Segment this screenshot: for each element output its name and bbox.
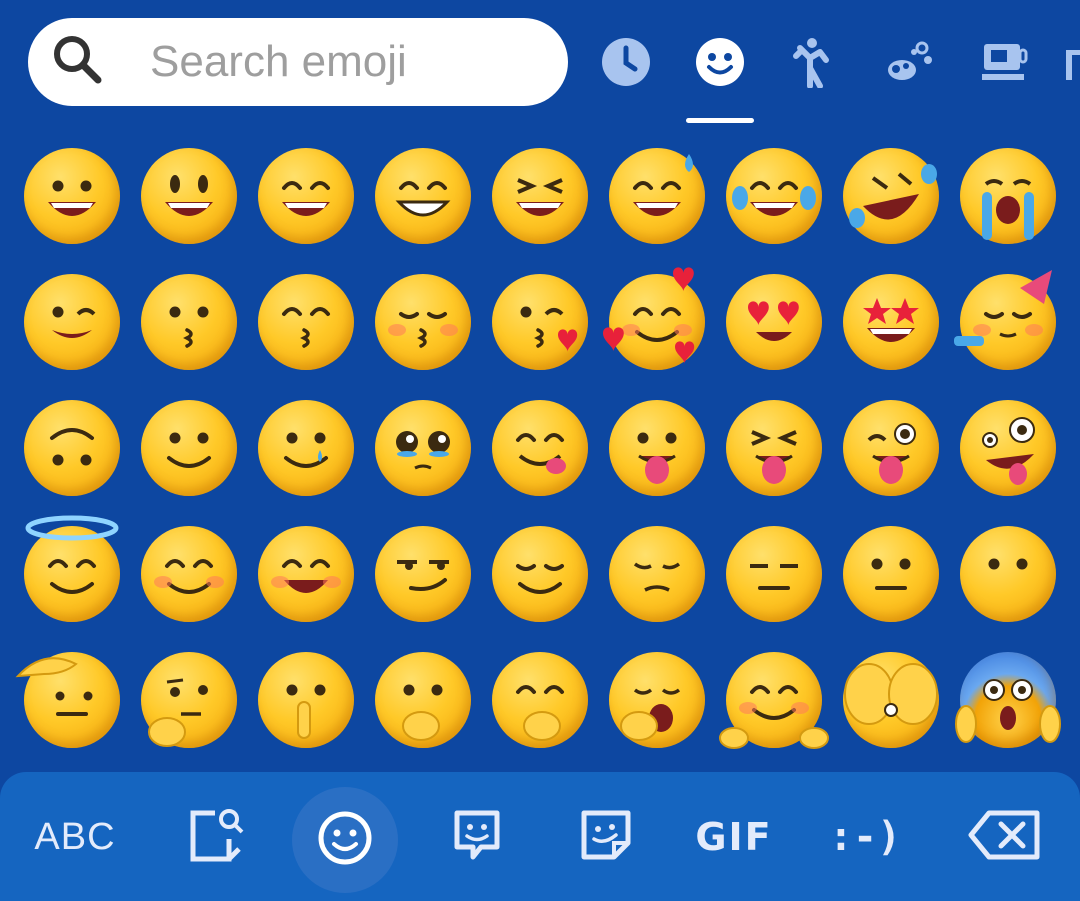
emoji-winking-face[interactable] [24,274,120,370]
emoji-pensive-face[interactable] [609,526,705,622]
gif-label: GIF [695,815,773,859]
emoji-kissing-smiling-eyes[interactable] [258,274,354,370]
emoji-star-struck[interactable] [843,274,939,370]
bitmoji-icon [447,805,507,869]
backspace-icon [967,805,1043,869]
emoji-button[interactable] [292,787,398,893]
emoji-winking-tongue[interactable] [843,400,939,496]
clock-icon [600,36,652,92]
emoji-partying-face[interactable] [954,270,1056,370]
emoji-tears-of-joy[interactable] [726,148,822,244]
emoji-upside-down-face[interactable] [24,400,120,496]
category-smileys[interactable] [692,36,748,92]
emoji-expressionless-face[interactable] [726,526,822,622]
emoji-squinting-tongue[interactable] [726,400,822,496]
emoji-pleading-face[interactable] [375,400,471,496]
gif-button[interactable]: GIF [694,794,774,880]
smiley-icon [694,36,746,92]
emoji-face-without-mouth[interactable] [960,526,1056,622]
emoji-beaming-face[interactable] [375,148,471,244]
emoji-grinning-face[interactable] [24,148,120,244]
emoji-slightly-smiling[interactable] [141,400,237,496]
emoji-grinning-face-big-eyes[interactable] [141,148,237,244]
emoji-grinning-smiling-eyes[interactable] [258,148,354,244]
emoji-kissing-closed-eyes[interactable] [375,274,471,370]
emoji-face-holding-tears[interactable] [258,400,354,496]
emoji-open-eyes-hand-mouth[interactable] [492,652,588,748]
abc-label: ABC [34,815,116,858]
bitmoji-button[interactable] [445,794,509,880]
emoji-zany-face[interactable] [960,400,1056,496]
category-food-drink[interactable] [976,36,1032,92]
active-category-indicator [686,118,754,123]
sticker-button[interactable] [574,794,638,880]
emoji-smiling-blush[interactable] [141,526,237,622]
category-animals-nature[interactable] [882,36,938,92]
emoji-face-with-tongue[interactable] [609,400,705,496]
person-icon [790,36,842,92]
emoji-thinking-face[interactable] [141,652,237,748]
category-recent[interactable] [598,36,654,92]
emoji-hugging-face[interactable] [719,652,829,749]
emoji-loudly-crying[interactable] [960,148,1056,244]
keyboard-bottom-bar: ABC GIF :-) [0,772,1080,901]
emoji-smiling-hearts[interactable] [603,267,705,370]
backspace-button[interactable] [966,794,1044,880]
search-input-placeholder[interactable]: Search emoji [150,37,407,87]
emoji-hand-over-mouth[interactable] [375,652,471,748]
emoji-grid [0,130,1080,770]
emoticon-label: :-) [828,814,902,860]
emoji-face-savoring-food[interactable] [492,400,588,496]
emoji-relieved-closed-eyes[interactable] [492,526,588,622]
emoji-heart-eyes[interactable] [726,274,822,370]
emoji-neutral-face[interactable] [843,526,939,622]
search-bar[interactable]: Search emoji [28,18,568,106]
emoji-relieved-face[interactable] [258,526,354,622]
category-people[interactable] [788,36,844,92]
nature-icon [884,36,936,92]
emoji-smirking-face[interactable] [375,526,471,622]
emoji-face-blowing-kiss[interactable] [492,274,588,370]
food-icon [978,36,1030,92]
emoji-kissing-face[interactable] [141,274,237,370]
emoji-smiling-halo[interactable] [24,515,120,622]
more-icon [1060,36,1080,92]
sticker-search-icon [185,805,245,869]
emoji-top-bar: Search emoji [0,0,1080,130]
search-icon [48,30,108,94]
category-more[interactable] [1060,36,1080,92]
emoji-grinning-sweat[interactable] [609,148,705,244]
emoji-hiding-face[interactable] [843,652,939,748]
emoticon-button[interactable]: :-) [828,794,902,880]
emoji-rolling-laughing[interactable] [843,148,939,244]
emoji-screaming-in-fear[interactable] [955,652,1061,748]
emoji-yawning-face[interactable] [609,652,705,748]
emoji-shushing-face[interactable] [258,652,354,748]
sticker-search-button[interactable] [180,794,250,880]
sticker-icon [576,805,636,869]
emoji-squinting-laughing[interactable] [492,148,588,244]
emoji-saluting-face[interactable] [15,652,120,748]
abc-button[interactable]: ABC [30,794,120,880]
emoji-icon [315,808,375,872]
